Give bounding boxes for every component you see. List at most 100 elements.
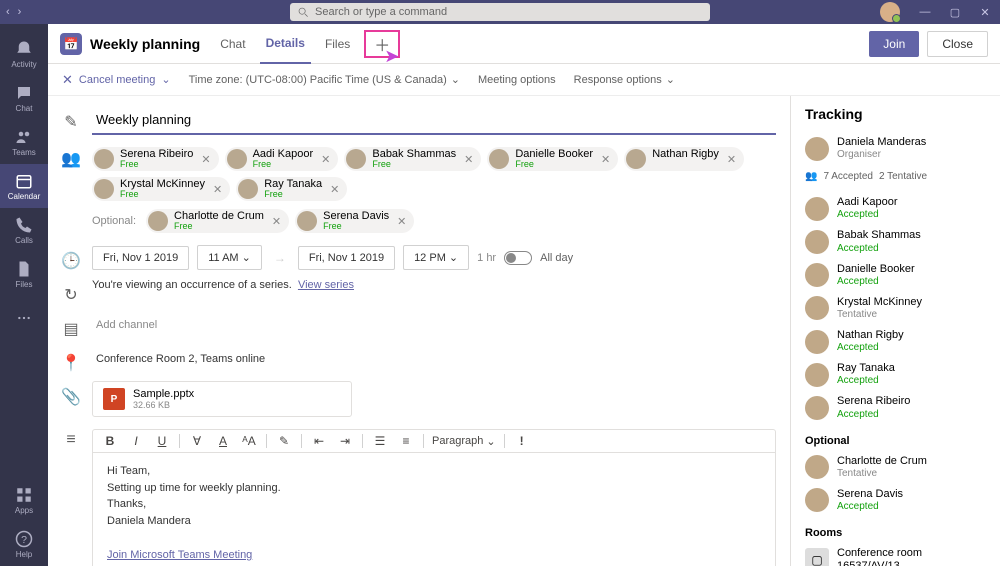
bullets-button[interactable]: ☰	[371, 434, 389, 448]
attendee-chips[interactable]: Serena RibeiroFree✕Aadi KapoorFree✕Babak…	[92, 143, 776, 205]
search-input[interactable]: Search or type a command	[290, 3, 710, 21]
important-button[interactable]: !	[513, 434, 531, 448]
rail-calendar[interactable]: Calendar	[0, 164, 48, 208]
avatar-icon	[94, 179, 114, 199]
location-input[interactable]: Conference Room 2, Teams online	[92, 347, 776, 371]
attachment-item[interactable]: P Sample.pptx 32.66 KB	[92, 381, 352, 417]
response-options-dropdown[interactable]: Response options⌄	[574, 73, 675, 86]
rail-files[interactable]: Files	[0, 252, 48, 296]
allday-toggle[interactable]	[504, 251, 532, 265]
tracking-row: Serena DavisAccepted	[805, 484, 986, 517]
remove-chip-icon[interactable]: ✕	[211, 183, 224, 196]
editor-body[interactable]: Hi Team, Setting up time for weekly plan…	[93, 453, 775, 566]
indent-button[interactable]: ⇥	[336, 434, 354, 448]
avatar-icon	[94, 149, 114, 169]
add-tab-button[interactable]: ＋➤	[364, 30, 400, 58]
tab-files[interactable]: Files	[319, 24, 356, 64]
attachment-name: Sample.pptx	[133, 388, 194, 400]
tracking-row: Ray TanakaAccepted	[805, 358, 986, 391]
arrow-icon: →	[270, 251, 290, 265]
tab-chat[interactable]: Chat	[214, 24, 251, 64]
remove-chip-icon[interactable]: ✕	[725, 153, 738, 166]
attendee-chip[interactable]: Nathan Rigby ✕	[624, 147, 744, 171]
calendar-icon: 📅	[60, 33, 82, 55]
optional-section: Optional	[805, 435, 986, 447]
rail-apps[interactable]: Apps	[0, 478, 48, 522]
cursor-icon: ➤	[384, 46, 399, 67]
rail-calls[interactable]: Calls	[0, 208, 48, 252]
clock-icon: 🕒	[62, 245, 80, 271]
bold-button[interactable]: B	[101, 434, 119, 448]
clearformat-button[interactable]: ✎	[275, 434, 293, 448]
duration-label: 1 hr	[477, 252, 496, 264]
start-date-field[interactable]: Fri, Nov 1 2019	[92, 246, 189, 270]
meeting-options-link[interactable]: Meeting options	[478, 74, 556, 86]
start-time-field[interactable]: 11 AM ⌄	[197, 245, 262, 270]
allday-label: All day	[540, 252, 573, 264]
rooms-section: Rooms	[805, 527, 986, 539]
nav-back[interactable]: ‹	[6, 6, 10, 18]
minimize-button[interactable]: ―	[910, 0, 940, 24]
tracking-row: Nathan RigbyAccepted	[805, 325, 986, 358]
remove-chip-icon[interactable]: ✕	[319, 153, 332, 166]
people-icon: 👥	[805, 171, 817, 182]
attendee-chip[interactable]: Serena RibeiroFree✕	[92, 147, 219, 171]
optional-label: Optional:	[92, 215, 136, 227]
maximize-button[interactable]: ▢	[940, 0, 970, 24]
attachment-size: 32.66 KB	[133, 400, 194, 410]
view-series-link[interactable]: View series	[298, 279, 354, 291]
attendee-chip[interactable]: Babak ShammasFree✕	[344, 147, 481, 171]
nav-forward[interactable]: ›	[18, 6, 22, 18]
end-date-field[interactable]: Fri, Nov 1 2019	[298, 246, 395, 270]
underline-button[interactable]: U	[153, 434, 171, 448]
tracking-row: Babak ShammasAccepted	[805, 225, 986, 258]
avatar-icon	[297, 211, 317, 231]
user-avatar[interactable]	[880, 2, 900, 22]
avatar-icon	[489, 149, 509, 169]
tracking-row: Krystal McKinneyTentative	[805, 292, 986, 325]
attendee-chip[interactable]: Serena DavisFree✕	[295, 209, 414, 233]
fontsize-button[interactable]: ᴬA	[240, 434, 258, 448]
titlebar: ‹ › Search or type a command ― ▢ ✕	[0, 0, 1000, 24]
join-teams-meeting-link[interactable]: Join Microsoft Teams Meeting	[107, 547, 761, 564]
outdent-button[interactable]: ⇤	[310, 434, 328, 448]
attendee-chip[interactable]: Aadi KapoorFree✕	[225, 147, 339, 171]
highlight-button[interactable]: ∀	[188, 434, 206, 448]
join-button[interactable]: Join	[869, 31, 919, 57]
rail-help[interactable]: ?Help	[0, 522, 48, 566]
avatar-icon	[148, 211, 168, 231]
title-input[interactable]	[92, 106, 776, 135]
numbers-button[interactable]: ≡	[397, 434, 415, 448]
rail-teams[interactable]: Teams	[0, 120, 48, 164]
remove-chip-icon[interactable]: ✕	[328, 183, 341, 196]
remove-chip-icon[interactable]: ✕	[270, 215, 283, 228]
remove-chip-icon[interactable]: ✕	[395, 215, 408, 228]
rail-more[interactable]	[0, 296, 48, 340]
channel-input[interactable]: Add channel	[92, 313, 776, 337]
tab-details[interactable]: Details	[260, 24, 311, 64]
tracking-summary: 👥 7 Accepted 2 Tentative	[805, 165, 986, 192]
paragraph-dropdown[interactable]: Paragraph ⌄	[432, 435, 496, 448]
attendee-chip[interactable]: Krystal McKinneyFree✕	[92, 177, 230, 201]
recur-icon: ↻	[62, 279, 80, 305]
attendee-chip[interactable]: Charlotte de CrumFree✕	[146, 209, 289, 233]
options-bar: ✕Cancel meeting⌄ Time zone: (UTC-08:00) …	[48, 64, 1000, 96]
rail-chat[interactable]: Chat	[0, 76, 48, 120]
fontcolor-button[interactable]: A	[214, 434, 232, 448]
attendee-chip[interactable]: Ray TanakaFree✕	[236, 177, 347, 201]
close-window-button[interactable]: ✕	[970, 0, 1000, 24]
end-time-field[interactable]: 12 PM ⌄	[403, 245, 469, 270]
avatar-icon	[238, 179, 258, 199]
remove-chip-icon[interactable]: ✕	[462, 153, 475, 166]
italic-button[interactable]: I	[127, 434, 145, 448]
tracking-row: Charlotte de CrumTentative	[805, 451, 986, 484]
timezone-dropdown[interactable]: Time zone: (UTC-08:00) Pacific Time (US …	[189, 73, 460, 86]
remove-chip-icon[interactable]: ✕	[199, 153, 212, 166]
remove-chip-icon[interactable]: ✕	[599, 153, 612, 166]
tracking-row: Aadi KapoorAccepted	[805, 192, 986, 225]
cancel-meeting-button[interactable]: ✕Cancel meeting⌄	[62, 72, 171, 88]
rail-activity[interactable]: Activity	[0, 32, 48, 76]
attendee-chip[interactable]: Danielle BookerFree✕	[487, 147, 618, 171]
close-button[interactable]: Close	[927, 31, 988, 57]
attach-icon: 📎	[62, 381, 80, 407]
